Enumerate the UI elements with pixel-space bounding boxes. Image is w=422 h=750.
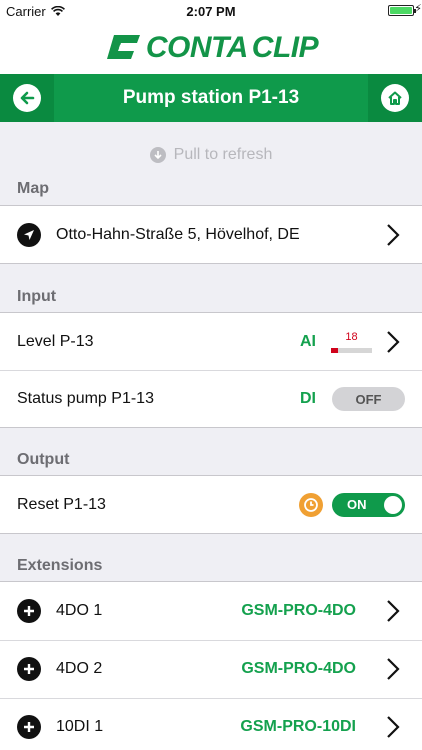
- output-row-reset: Reset P1-13 ON: [0, 476, 422, 533]
- plus-circle-icon: [17, 657, 41, 681]
- clock: 2:07 PM: [186, 4, 236, 19]
- toggle-state-label: OFF: [355, 391, 382, 407]
- home-button[interactable]: [368, 74, 422, 122]
- section-header-extensions: Extensions: [17, 557, 103, 574]
- back-button[interactable]: [0, 74, 54, 122]
- map-group: Otto-Hahn-Straße 5, Hövelhof, DE: [0, 205, 422, 264]
- level-gauge: 18: [331, 331, 372, 355]
- pull-to-refresh[interactable]: Pull to refresh: [0, 140, 422, 170]
- logo-word-2: CLIP: [251, 31, 319, 64]
- arrow-left-icon: [13, 84, 41, 112]
- extension-module: GSM-PRO-10DI: [240, 718, 356, 735]
- extension-row[interactable]: 10DI 1 GSM-PRO-10DI: [0, 698, 422, 750]
- section-header-input: Input: [17, 288, 57, 305]
- logo-word-1: CONTA: [145, 31, 248, 64]
- timer-icon[interactable]: [299, 492, 323, 517]
- analog-input-badge: AI: [300, 332, 316, 350]
- map-address: Otto-Hahn-Straße 5, Hövelhof, DE: [56, 225, 300, 243]
- input-row-pump-status: Status pump P1-13 DI OFF: [0, 370, 422, 427]
- input-row-level[interactable]: Level P-13 AI 18: [0, 313, 422, 370]
- battery-icon: [388, 5, 416, 16]
- level-fill: [331, 348, 339, 353]
- input-label: Level P-13: [17, 332, 94, 350]
- plus-circle-icon: [17, 598, 41, 623]
- extension-label: 10DI 1: [56, 718, 104, 735]
- chevron-right-icon: [387, 716, 400, 738]
- extensions-group: 4DO 1 GSM-PRO-4DO 4DO 2 GSM-PRO-4DO 10DI…: [0, 581, 422, 750]
- input-group: Level P-13 AI 18 Status pump P1-13 DI OF…: [0, 312, 422, 428]
- section-header-map: Map: [17, 180, 49, 197]
- charging-icon: ⚡: [414, 3, 422, 15]
- toggle-state-label: ON: [347, 497, 367, 512]
- logo-mark-icon: [106, 35, 140, 59]
- extension-module: GSM-PRO-4DO: [241, 601, 356, 619]
- pump-status-toggle[interactable]: OFF: [332, 387, 405, 411]
- status-bar: Carrier 2:07 PM ⚡: [0, 0, 422, 22]
- input-label: Status pump P1-13: [17, 390, 154, 407]
- plus-circle-icon: [17, 715, 41, 739]
- home-icon: [381, 84, 409, 112]
- pull-to-refresh-label: Pull to refresh: [173, 146, 273, 163]
- brand-header: CONTA CLIP: [0, 22, 422, 74]
- chevron-right-icon: [387, 223, 400, 246]
- section-header-output: Output: [17, 451, 70, 468]
- output-label: Reset P1-13: [17, 495, 106, 513]
- chevron-right-icon: [387, 330, 400, 353]
- page-title: Pump station P1-13: [122, 87, 300, 108]
- extension-label: 4DO 2: [56, 660, 103, 677]
- extension-row[interactable]: 4DO 2 GSM-PRO-4DO: [0, 640, 422, 697]
- chevron-right-icon: [387, 599, 400, 622]
- map-address-row[interactable]: Otto-Hahn-Straße 5, Hövelhof, DE: [0, 206, 422, 263]
- level-value: 18: [345, 331, 358, 343]
- reset-toggle[interactable]: ON: [332, 492, 405, 517]
- level-track: [331, 348, 372, 353]
- conta-clip-logo: CONTA CLIP: [104, 31, 319, 65]
- toggle-knob: [384, 495, 402, 514]
- digital-input-badge: DI: [300, 390, 316, 407]
- location-arrow-icon: [17, 222, 41, 247]
- chevron-right-icon: [387, 658, 400, 680]
- extension-row[interactable]: 4DO 1 GSM-PRO-4DO: [0, 582, 422, 639]
- extension-module: GSM-PRO-4DO: [241, 660, 356, 677]
- arrow-down-icon: [149, 147, 166, 163]
- navigation-bar: Pump station P1-13: [0, 74, 422, 122]
- output-group: Reset P1-13 ON: [0, 475, 422, 534]
- extension-label: 4DO 1: [56, 601, 103, 619]
